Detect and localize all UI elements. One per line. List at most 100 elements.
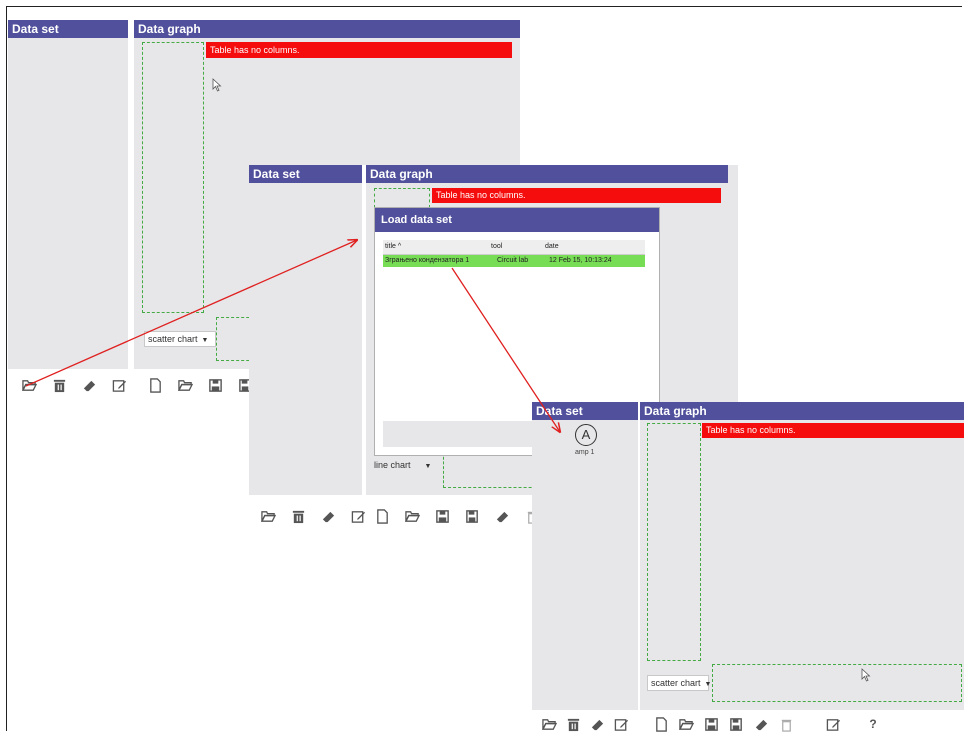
extra-toolbar: ? [822,712,892,733]
open-icon [21,379,37,391]
chevron-down-icon: ▼ [201,337,209,344]
open-icon [177,379,193,391]
eraser-button[interactable] [317,506,339,526]
chevron-down-icon: ▼ [424,463,432,470]
dataset-item[interactable]: A amp 1 [568,424,604,464]
save-icon [704,717,718,731]
new-file-icon [149,377,161,393]
new-button[interactable] [371,506,393,526]
edit-icon [826,718,840,731]
edit-icon [351,510,365,523]
error-banner: Table has no columns. [432,188,721,203]
save-button[interactable] [431,506,453,526]
save-button[interactable] [700,714,722,733]
row-tool: Circuit lab [497,257,529,264]
open-button[interactable] [18,375,40,395]
edit-button[interactable] [108,375,130,395]
new-file-icon [655,716,667,732]
table-row[interactable]: Зграњено кондензатора 1 Circuit lab 12 F… [383,255,645,267]
dataset-panel [8,20,128,369]
y-axis-drop-zone[interactable] [142,42,204,313]
chart-type-select[interactable]: scatter chart ▼ [647,675,712,691]
edit-icon [614,718,628,731]
delete-icon [53,379,65,392]
open-icon [260,510,276,522]
eraser-icon [83,380,95,391]
open-button[interactable] [538,714,560,733]
open-graph-button[interactable] [401,506,423,526]
new-button[interactable] [650,714,672,733]
column-title[interactable]: title ^ [385,240,485,254]
graph-toolbar [650,712,800,733]
chart-type-select[interactable]: scatter chart ▼ [144,331,216,347]
eraser-icon [755,719,767,730]
delete-button[interactable] [287,506,309,526]
error-banner: Table has no columns. [206,42,512,58]
save-as-icon [729,717,742,731]
dataset-header: Data set [249,165,362,183]
open-icon [404,510,420,522]
error-banner: Table has no columns. [702,423,964,438]
mouse-cursor-icon [861,668,871,682]
dataset-header: Data set [532,402,638,420]
open-icon [678,718,694,730]
delete-icon [567,718,579,731]
eraser-icon [496,511,508,522]
dataset-toolbar [257,504,377,528]
column-date[interactable]: date [545,240,635,254]
column-tool[interactable]: tool [491,240,541,254]
new-file-icon [376,508,388,524]
dataset-toolbar [18,373,138,397]
eraser-button[interactable] [78,375,100,395]
open-graph-button[interactable] [675,714,697,733]
open-button[interactable] [257,506,279,526]
row-title: Зграњено кондензатора 1 [385,257,470,264]
chevron-down-icon: ▼ [704,681,712,688]
edit-graph-button[interactable] [822,714,844,733]
eraser-button[interactable] [586,714,608,733]
open-graph-button[interactable] [174,375,196,395]
eraser-graph-button[interactable] [750,714,772,733]
chart-type-value: scatter chart [148,334,198,344]
graph-header: Data graph [366,165,728,183]
mouse-cursor-icon [212,78,222,92]
graph-toolbar [144,373,264,397]
edit-button[interactable] [347,506,369,526]
eraser-icon [591,719,603,730]
new-button[interactable] [144,375,166,395]
save-button[interactable] [204,375,226,395]
help-button[interactable]: ? [862,714,884,733]
delete-button[interactable] [562,714,584,733]
save-as-icon [465,509,478,523]
delete-icon [292,510,304,523]
save-icon [208,378,222,392]
trash-button[interactable] [775,714,797,733]
y-axis-drop-zone[interactable] [647,423,701,661]
row-date: 12 Feb 15, 10:13:24 [549,257,612,264]
trash-icon [781,719,791,732]
save-icon [435,509,449,523]
chart-type-select[interactable]: line chart ▼ [371,458,441,474]
edit-icon [112,379,126,392]
eraser-icon [322,511,334,522]
save-as-button[interactable] [461,506,483,526]
chart-type-value: scatter chart [651,678,701,688]
screenshot-3: Data set Data graph Table has no columns… [532,402,964,733]
graph-header: Data graph [640,402,964,420]
dataset-toolbar [538,712,634,733]
table-header: title ^ tool date [383,240,645,255]
dataset-panel [249,165,362,495]
dataset-item-label: amp 1 [575,449,595,456]
x-axis-drop-zone[interactable] [712,664,962,702]
graph-toolbar [371,504,551,528]
graph-header: Data graph [134,20,520,38]
eraser-graph-button[interactable] [491,506,513,526]
help-icon: ? [869,717,877,731]
delete-button[interactable] [48,375,70,395]
y-axis-drop-zone[interactable] [374,188,430,208]
dialog-title: Load data set [375,208,659,232]
dataset-header: Data set [8,20,128,38]
open-icon [541,718,557,730]
edit-button[interactable] [610,714,632,733]
save-as-button[interactable] [725,714,747,733]
